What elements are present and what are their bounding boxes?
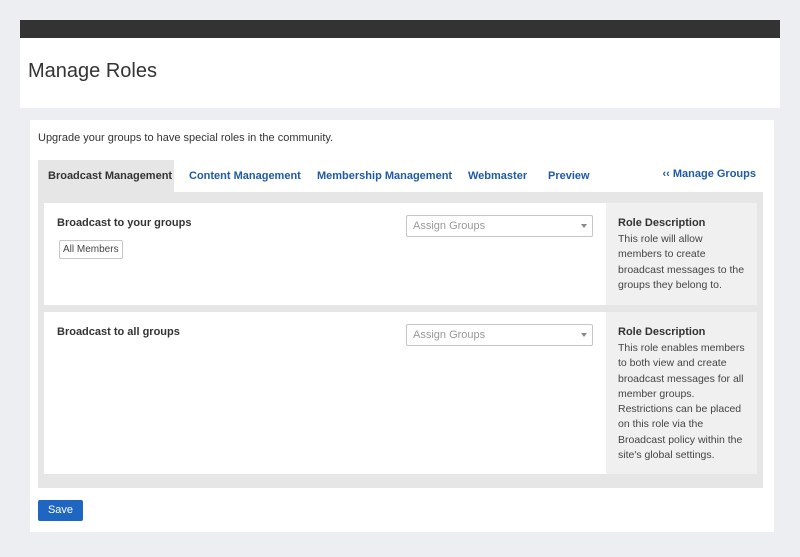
save-button[interactable]: Save bbox=[38, 500, 83, 521]
roles-card: Upgrade your groups to have special role… bbox=[30, 120, 774, 532]
assigned-group-chip[interactable]: All Members bbox=[59, 240, 123, 259]
role-main: Broadcast to all groups Assign Groups bbox=[44, 312, 606, 474]
assign-groups-select[interactable]: Assign Groups bbox=[406, 324, 593, 346]
tab-membership-management[interactable]: Membership Management bbox=[317, 160, 452, 192]
tab-content-management[interactable]: Content Management bbox=[189, 160, 301, 192]
role-title: Broadcast to your groups bbox=[57, 217, 192, 229]
role-main: Broadcast to your groups Assign Groups A… bbox=[44, 203, 606, 305]
role-description: Role Description This role enables membe… bbox=[606, 312, 757, 474]
tab-broadcast-management[interactable]: Broadcast Management bbox=[38, 160, 174, 192]
tab-webmaster[interactable]: Webmaster bbox=[468, 160, 527, 192]
role-description-text: This role enables members to both view a… bbox=[618, 342, 745, 462]
select-placeholder: Assign Groups bbox=[413, 220, 486, 232]
chevron-down-icon bbox=[581, 224, 587, 228]
role-description-title: Role Description bbox=[618, 217, 706, 229]
role-tabs: Broadcast Management Content Management … bbox=[38, 160, 762, 192]
tab-preview[interactable]: Preview bbox=[548, 160, 590, 192]
chevron-down-icon bbox=[581, 333, 587, 337]
role-description-text: This role will allow members to create b… bbox=[618, 233, 745, 291]
role-description: Role Description This role will allow me… bbox=[606, 203, 757, 305]
role-card-broadcast-your-groups: Broadcast to your groups Assign Groups A… bbox=[44, 203, 757, 305]
select-placeholder: Assign Groups bbox=[413, 329, 486, 341]
role-title: Broadcast to all groups bbox=[57, 326, 180, 338]
tab-panel: Broadcast to your groups Assign Groups A… bbox=[38, 192, 763, 488]
top-bar bbox=[20, 20, 780, 38]
assign-groups-select[interactable]: Assign Groups bbox=[406, 215, 593, 237]
role-description-title: Role Description bbox=[618, 326, 706, 338]
page-header: Manage Roles bbox=[20, 38, 780, 108]
page-title: Manage Roles bbox=[28, 60, 157, 82]
intro-text: Upgrade your groups to have special role… bbox=[38, 132, 334, 144]
manage-groups-link[interactable]: ‹‹ Manage Groups bbox=[662, 160, 756, 188]
role-card-broadcast-all-groups: Broadcast to all groups Assign Groups Ro… bbox=[44, 312, 757, 474]
